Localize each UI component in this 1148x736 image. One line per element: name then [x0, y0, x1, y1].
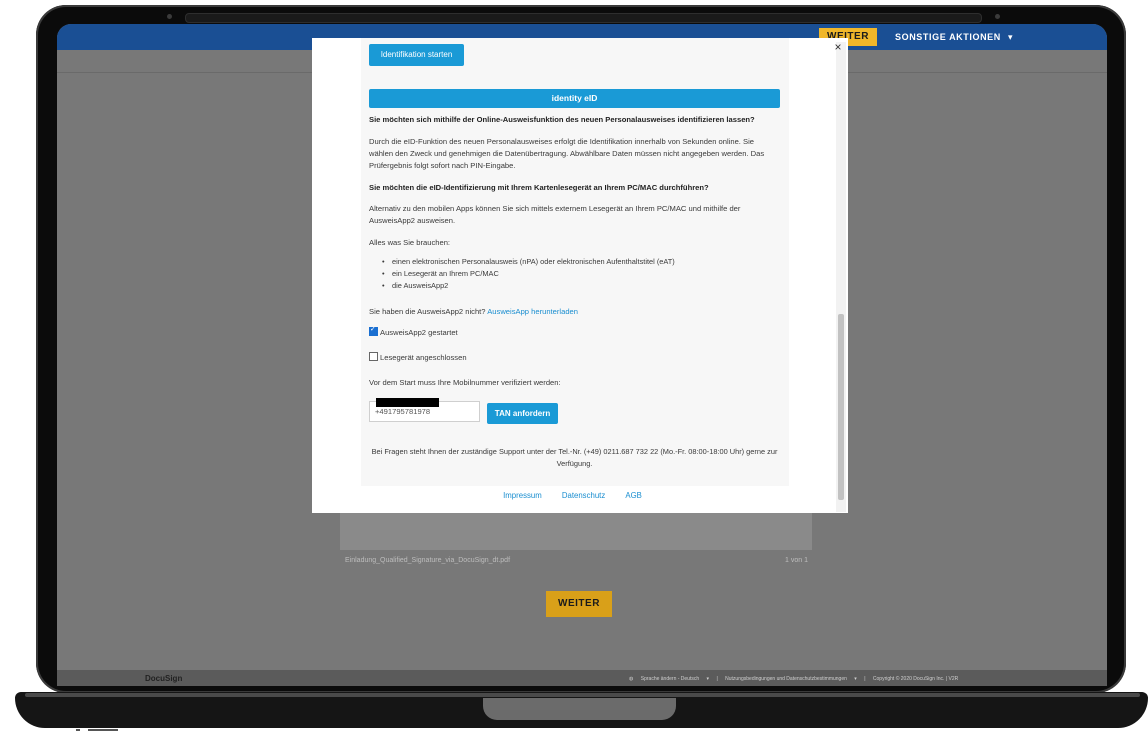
- list-item: einen elektronischen Personalausweis (nP…: [382, 256, 675, 268]
- copyright-text: Copyright © 2020 DocuSign Inc. | V2R: [872, 676, 959, 682]
- document-filename: Einladung_Qualified_Signature_via_DocuSi…: [345, 557, 511, 564]
- question-card-reader: Sie möchten die eID-Identifizierung mit …: [369, 183, 709, 192]
- camera-icon: [167, 14, 172, 19]
- list-item: ein Lesegerät an Ihrem PC/MAC: [382, 268, 675, 280]
- docusign-logo: DocuSign: [145, 674, 183, 683]
- laptop-base-notch: [483, 698, 676, 720]
- checkbox-label: Lesegerät angeschlossen: [380, 353, 467, 362]
- language-selector[interactable]: Sprache ändern - Deutsch: [641, 676, 699, 682]
- mobile-number-value: +491795781978: [375, 407, 431, 416]
- checkbox-ausweisapp-started[interactable]: AusweisApp2 gestartet: [369, 325, 458, 337]
- terms-link[interactable]: Nutzungsbedingungen und Datenschutzbesti…: [725, 676, 847, 682]
- footer-links: ◍ Sprache ändern - Deutsch ▾ | Nutzungsb…: [629, 676, 964, 682]
- list-item: die AusweisApp2: [382, 280, 675, 292]
- scrollbar-thumb[interactable]: [838, 314, 844, 500]
- checkbox-checked-icon[interactable]: [369, 325, 378, 336]
- chevron-down-icon: ▾: [706, 676, 710, 682]
- sensor-icon: [995, 14, 1000, 19]
- sonstige-aktionen-label: SONSTIGE AKTIONEN: [895, 32, 1001, 42]
- modal-footer-links: Impressum Datenschutz AGB: [312, 491, 833, 500]
- ausweisapp-download-link[interactable]: AusweisApp herunterladen: [487, 307, 578, 316]
- support-text: Bei Fragen steht Ihnen der zuständige Su…: [371, 447, 778, 468]
- needs-label: Alles was Sie brauchen:: [369, 238, 451, 247]
- verify-label: Vor dem Start muss Ihre Mobilnummer veri…: [369, 378, 561, 387]
- checkbox-reader-connected[interactable]: Lesegerät angeschlossen: [369, 352, 467, 362]
- footer-separator: |: [864, 676, 866, 682]
- redaction-bar: [376, 398, 439, 407]
- paragraph-alternative: Alternativ zu den mobilen Apps können Si…: [369, 204, 741, 225]
- close-icon[interactable]: ×: [831, 40, 845, 54]
- agb-link[interactable]: AGB: [625, 491, 641, 500]
- download-line: Sie haben die AusweisApp2 nicht? Ausweis…: [369, 306, 578, 318]
- checkbox-label: AusweisApp2 gestartet: [380, 328, 458, 337]
- weiter-bottom-button[interactable]: WEITER: [546, 591, 612, 617]
- page-count: 1 von 1: [785, 557, 808, 564]
- footer-separator: |: [716, 676, 718, 682]
- tan-anfordern-button[interactable]: TAN anfordern: [487, 403, 558, 424]
- laptop-base-ports: [76, 718, 126, 731]
- globe-icon: ◍: [629, 676, 634, 682]
- question-online-id: Sie möchten sich mithilfe der Online-Aus…: [369, 115, 755, 124]
- camera-strip: [185, 13, 982, 23]
- chevron-down-icon: ▾: [854, 676, 857, 682]
- sonstige-aktionen-menu[interactable]: SONSTIGE AKTIONEN ▾: [895, 28, 1013, 46]
- section-title-bar: identity eID: [369, 89, 780, 108]
- checkbox-unchecked-icon[interactable]: [369, 352, 378, 361]
- chevron-down-icon: ▾: [1007, 32, 1014, 42]
- laptop-base-edge: [25, 693, 1140, 697]
- download-prefix: Sie haben die AusweisApp2 nicht?: [369, 307, 486, 316]
- needs-list: einen elektronischen Personalausweis (nP…: [382, 256, 675, 292]
- datenschutz-link[interactable]: Datenschutz: [562, 491, 605, 500]
- paragraph-eid-info: Durch die eID-Funktion des neuen Persona…: [369, 137, 765, 170]
- identifikation-starten-button[interactable]: Identifikation starten: [369, 44, 464, 66]
- impressum-link[interactable]: Impressum: [503, 491, 542, 500]
